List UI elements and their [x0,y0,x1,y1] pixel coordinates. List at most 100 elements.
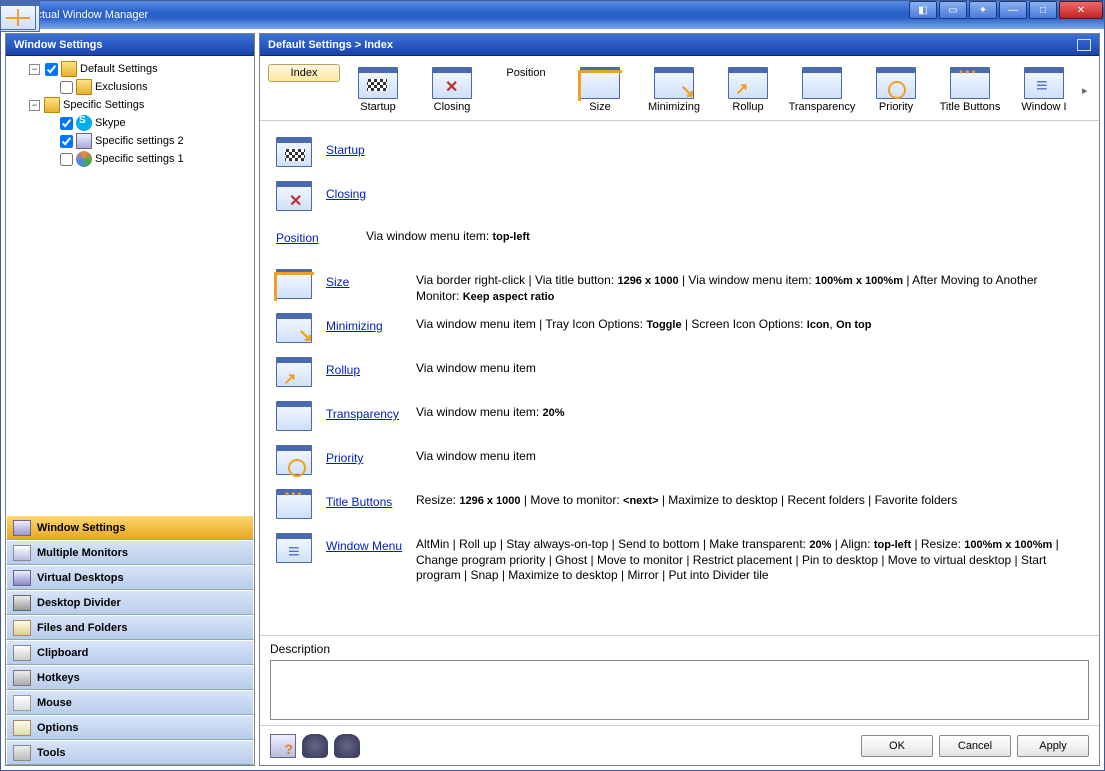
index-row: Closing [276,181,1083,217]
index-link-position[interactable]: Position [276,225,366,245]
tree-node[interactable]: − Specific Settings [10,96,250,114]
index-row: TransparencyVia window menu item: 20% [276,401,1083,437]
index-desc: Resize: 1296 x 1000 | Move to monitor: <… [416,489,1083,509]
nav-item-mouse[interactable]: Mouse [6,690,254,715]
cancel-button[interactable]: Cancel [939,735,1011,757]
tb-extra-2[interactable]: ▭ [939,1,967,19]
index-link-closing[interactable]: Closing [326,181,416,201]
tool-startup[interactable]: Startup [342,64,414,116]
settings-toolbar: IndexStartupClosing Position SizeMinimizin… [260,56,1099,121]
tool-title-buttons[interactable]: Title Buttons [934,64,1006,116]
footer-icon-3[interactable] [334,734,360,758]
close-button[interactable]: ✕ [1059,1,1103,19]
nav-item-hotkeys[interactable]: Hotkeys [6,665,254,690]
tree-node[interactable]: − Default Settings [10,60,250,78]
tool-rollup[interactable]: Rollup [712,64,784,116]
nav-item-clipboard[interactable]: Clipboard [6,640,254,665]
tool-label: Window I [1021,101,1066,113]
titlebar[interactable]: Actual Window Manager ◧ ▭ ✦ — □ ✕ [1,1,1104,29]
index-row: Window MenuAltMin | Roll up | Stay alway… [276,533,1083,584]
skype-icon [76,115,92,131]
nav-item-window-settings[interactable]: Window Settings [6,515,254,540]
apply-button[interactable]: Apply [1017,735,1089,757]
expand-icon[interactable]: − [29,100,40,111]
index-desc [416,137,1083,141]
tool-minimizing[interactable]: Minimizing [638,64,710,116]
nav-item-tools[interactable]: Tools [6,740,254,765]
tool-icon [876,67,916,99]
index-row: PositionVia window menu item: top-left [276,225,1083,261]
index-icon [276,269,312,299]
tool-label: Title Buttons [940,101,1001,113]
index-link-transparency[interactable]: Transparency [326,401,416,421]
tb-extra-1[interactable]: ◧ [909,1,937,19]
footer-icon-2[interactable] [302,734,328,758]
index-list[interactable]: StartupClosingPositionVia window menu it… [260,121,1099,635]
description-textarea[interactable] [270,660,1089,720]
tb-extra-3[interactable]: ✦ [969,1,997,19]
index-icon [276,313,312,343]
index-icon [276,357,312,387]
nav-item-virtual-desktops[interactable]: Virtual Desktops [6,565,254,590]
left-panel: Window Settings − Default Settings Exclusi… [5,33,255,766]
nav-item-options[interactable]: Options [6,715,254,740]
nav-label: Virtual Desktops [37,572,124,584]
expand-icon[interactable]: − [29,64,40,75]
tool-icon [802,67,842,99]
tree-checkbox[interactable] [60,135,73,148]
description-label: Description [270,642,1089,656]
folder-icon [76,79,92,95]
tree-node[interactable]: Specific settings 2 [10,132,250,150]
tool-transparency[interactable]: Transparency [786,64,858,116]
tool-label: Position [506,67,545,79]
tool-index[interactable]: Index [268,64,340,82]
tree-node[interactable]: Specific settings 1 [10,150,250,168]
nav-item-multiple-monitors[interactable]: Multiple Monitors [6,540,254,565]
nav-icon [13,745,31,761]
toolbar-scroll-right[interactable]: ▸ [1082,84,1088,97]
index-link-title-buttons[interactable]: Title Buttons [326,489,416,509]
tool-window-i[interactable]: Window I [1008,64,1080,116]
tool-icon [728,67,768,99]
breadcrumb-label: Default Settings > Index [268,39,393,51]
index-link-size[interactable]: Size [326,269,416,289]
help-icon[interactable] [270,734,296,758]
tree-checkbox[interactable] [60,153,73,166]
tool-closing[interactable]: Closing [416,64,488,116]
detach-icon[interactable] [1077,39,1091,51]
nav-label: Multiple Monitors [37,547,128,559]
tree-node[interactable]: Skype [10,114,250,132]
index-desc: Via window menu item: 20% [416,401,1083,421]
tool-position[interactable]: Position [490,64,562,82]
nav-item-desktop-divider[interactable]: Desktop Divider [6,590,254,615]
tool-priority[interactable]: Priority [860,64,932,116]
nav-item-files-and-folders[interactable]: Files and Folders [6,615,254,640]
tree-checkbox[interactable] [60,117,73,130]
index-link-window-menu[interactable]: Window Menu [326,533,416,553]
index-link-rollup[interactable]: Rollup [326,357,416,377]
tree-label: Skype [95,117,126,129]
tool-size[interactable]: Size [564,64,636,116]
nav-icon [13,695,31,711]
tree-checkbox[interactable] [45,63,58,76]
index-link-minimizing[interactable]: Minimizing [326,313,416,333]
titlebar-extra-buttons: ◧ ▭ ✦ — □ ✕ [908,1,1104,29]
tree-label: Specific Settings [63,99,144,111]
index-desc: Via window menu item | Tray Icon Options… [416,313,1083,333]
index-link-startup[interactable]: Startup [326,137,416,157]
index-desc [416,181,1083,185]
index-desc: Via window menu item: top-left [366,225,1083,245]
ok-button[interactable]: OK [861,735,933,757]
minimize-button[interactable]: — [999,1,1027,19]
index-desc: Via window menu item [416,357,1083,377]
index-row: Title ButtonsResize: 1296 x 1000 | Move … [276,489,1083,525]
tree-node[interactable]: Exclusions [10,78,250,96]
tree-label: Default Settings [80,63,158,75]
nav-label: Options [37,722,79,734]
settings-tree[interactable]: − Default Settings Exclusions − Specific Set… [6,56,254,515]
nav-icon [13,670,31,686]
index-link-priority[interactable]: Priority [326,445,416,465]
maximize-button[interactable]: □ [1029,1,1057,19]
tree-checkbox[interactable] [60,81,73,94]
app-title: Actual Window Manager [29,9,148,21]
